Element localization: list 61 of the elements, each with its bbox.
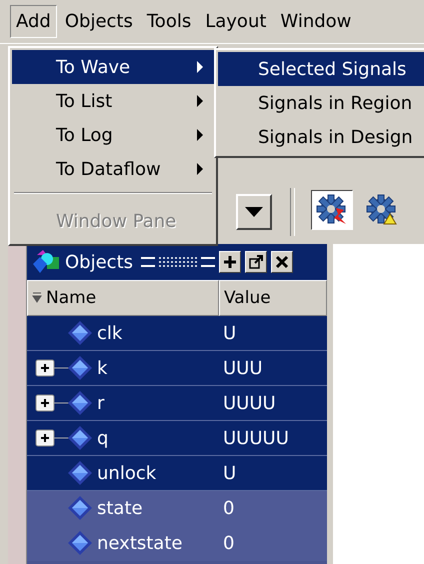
signal-row[interactable]: q UUUUU bbox=[27, 421, 327, 456]
column-header[interactable]: Name bbox=[27, 280, 219, 316]
signal-name: unlock bbox=[97, 462, 156, 484]
signal-name: k bbox=[97, 358, 108, 378]
menu-bar-item[interactable]: Tools bbox=[140, 5, 198, 38]
undock-button[interactable] bbox=[245, 251, 268, 273]
signal-value: 0 bbox=[222, 532, 234, 554]
dropdown-arrow-icon bbox=[244, 206, 264, 218]
expand-icon[interactable] bbox=[35, 357, 69, 379]
undock-icon bbox=[249, 255, 264, 269]
signal-name: clk bbox=[97, 322, 122, 344]
diamond-icon bbox=[67, 530, 93, 556]
signal-row[interactable]: unlock U bbox=[27, 456, 327, 491]
menu-bar-item[interactable]: Window bbox=[274, 5, 358, 38]
objects-icon bbox=[31, 249, 61, 275]
column-header[interactable]: Value bbox=[219, 280, 327, 316]
gear-icon bbox=[316, 194, 348, 226]
signal-row[interactable]: r UUUU bbox=[27, 386, 327, 421]
menu-item[interactable]: Signals in Design bbox=[218, 120, 424, 154]
menu-bar-item[interactable]: Add bbox=[10, 5, 57, 38]
signal-row[interactable]: nextstate 0 bbox=[27, 526, 327, 561]
signal-row[interactable]: k UUU bbox=[27, 351, 327, 386]
menu-bar-item[interactable]: Layout bbox=[199, 5, 272, 38]
diamond-icon bbox=[67, 390, 93, 416]
signal-value: 0 bbox=[222, 498, 234, 518]
menu-item[interactable]: To Wave bbox=[12, 50, 214, 84]
signal-value: U bbox=[222, 462, 236, 484]
menu-item[interactable]: Signals in Region bbox=[218, 86, 424, 120]
diamond-icon bbox=[67, 460, 93, 486]
signal-value: UUUUU bbox=[222, 428, 289, 448]
column-title: Name bbox=[46, 288, 96, 308]
close-icon bbox=[275, 255, 290, 269]
signal-value: U bbox=[222, 322, 236, 344]
toolbar-button[interactable] bbox=[311, 190, 353, 230]
expand-icon[interactable] bbox=[35, 427, 69, 449]
add-button[interactable] bbox=[219, 251, 242, 273]
panel-title: Objects bbox=[65, 252, 134, 272]
menu-item[interactable]: Selected Signals bbox=[218, 52, 424, 86]
signal-name: q bbox=[97, 428, 108, 448]
expand-icon[interactable] bbox=[35, 392, 69, 414]
signal-value: UUUU bbox=[222, 392, 276, 414]
signal-row[interactable]: clk U bbox=[27, 316, 327, 351]
menu-item[interactable]: To Dataflow bbox=[12, 152, 214, 186]
dropdown-button[interactable] bbox=[236, 194, 272, 230]
grip-handle[interactable] bbox=[141, 255, 216, 269]
sort-icon bbox=[32, 292, 42, 304]
menu-item[interactable]: To List bbox=[12, 84, 214, 118]
diamond-icon bbox=[67, 425, 93, 451]
diamond-icon bbox=[67, 355, 93, 381]
plus-icon bbox=[223, 255, 238, 269]
signal-row[interactable]: state 0 bbox=[27, 491, 327, 526]
close-button[interactable] bbox=[271, 251, 294, 273]
gear-icon bbox=[366, 194, 398, 226]
diamond-icon bbox=[67, 320, 93, 346]
signal-value: UUU bbox=[222, 358, 263, 378]
diamond-icon bbox=[67, 495, 93, 521]
signal-name: state bbox=[97, 498, 143, 518]
signal-name: r bbox=[97, 392, 104, 414]
signal-name: nextstate bbox=[97, 532, 182, 554]
menu-item[interactable]: To Log bbox=[12, 118, 214, 152]
menu-bar-item[interactable]: Objects bbox=[58, 5, 139, 38]
